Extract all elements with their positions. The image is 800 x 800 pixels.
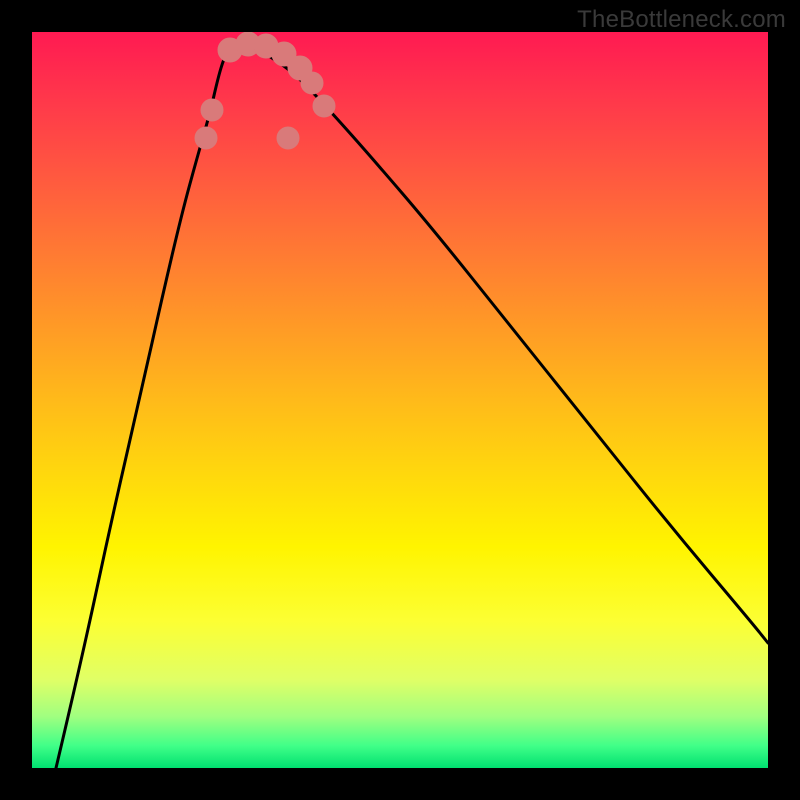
curve-marker xyxy=(301,72,323,94)
curve-marker xyxy=(313,95,335,117)
chart-frame: TheBottleneck.com xyxy=(0,0,800,800)
curve-marker xyxy=(195,127,217,149)
watermark-text: TheBottleneck.com xyxy=(577,6,786,34)
plot-area xyxy=(32,32,768,768)
bottleneck-curve xyxy=(56,45,768,768)
curve-marker xyxy=(201,99,223,121)
curve-marker xyxy=(277,127,299,149)
bottleneck-curve-svg xyxy=(32,32,768,768)
